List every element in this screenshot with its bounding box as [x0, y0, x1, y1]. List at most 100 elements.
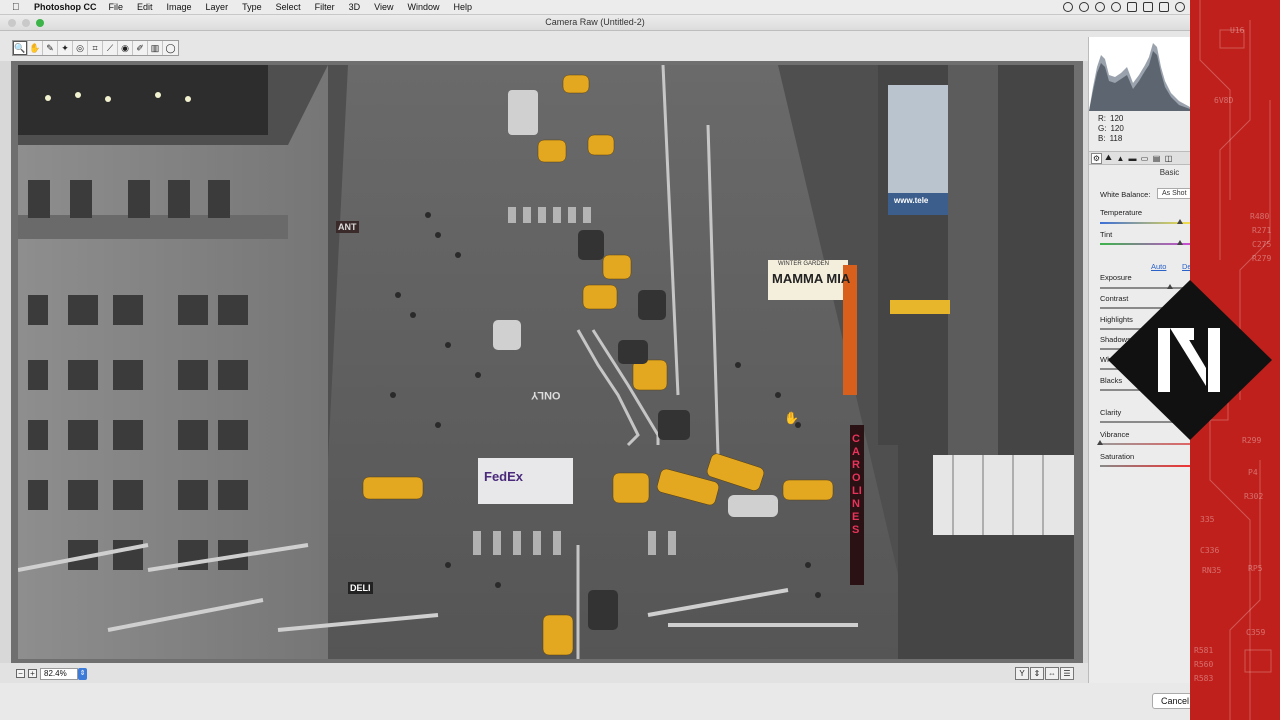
menu-type[interactable]: Type — [242, 2, 262, 12]
histogram — [1089, 37, 1190, 111]
preview-bottom-bar — [0, 663, 1090, 683]
circuit-label-10: RN35 — [1202, 566, 1222, 575]
sync-icon[interactable] — [1079, 2, 1089, 12]
saturation-label: Saturation — [1100, 452, 1135, 461]
detail-tab-icon[interactable]: ▲ — [1115, 153, 1126, 164]
restaurant-sign-text: ANT — [336, 221, 359, 233]
circuit-label-14: R560 — [1194, 660, 1214, 669]
white-balance-label: White Balance: — [1100, 190, 1151, 199]
circuit-label-9: C336 — [1200, 546, 1220, 555]
billboard-text: www.tele — [894, 196, 929, 205]
circuit-label-0: U16 — [1230, 26, 1245, 35]
b-label: B: — [1098, 134, 1106, 143]
info-icon[interactable] — [1111, 2, 1121, 12]
r-value: 120 — [1110, 114, 1124, 123]
auto-link[interactable]: Auto — [1151, 262, 1166, 271]
fedex-truck-text: FedEx — [484, 469, 524, 484]
effects-tab-icon[interactable]: ◫ — [1163, 153, 1174, 164]
menu-3d[interactable]: 3D — [349, 2, 361, 12]
red-eye-tool-icon[interactable]: ◉ — [118, 41, 133, 55]
temperature-slider-thumb[interactable] — [1177, 219, 1183, 224]
menu-view[interactable]: View — [374, 2, 393, 12]
view-buttons: Y ⇕ ⇔ ☰ — [1015, 667, 1074, 680]
tone-curve-tab-icon[interactable]: ⛰ — [1103, 153, 1114, 164]
split-toning-tab-icon[interactable]: ▭ — [1139, 153, 1150, 164]
timemachine-icon[interactable] — [1095, 2, 1105, 12]
target-adjustment-tool-icon[interactable]: ◎ — [73, 41, 88, 55]
volume-icon[interactable] — [1175, 2, 1185, 12]
menu-bar:  Photoshop CC File Edit Image Layer Typ… — [0, 0, 1280, 15]
before-after-icon[interactable]: Y — [1015, 667, 1029, 680]
tool-group: 🔍 ✋ ✎ ✦ ◎ ⌗ ⟋ ◉ ✐ ▥ ◯ — [12, 40, 179, 56]
menu-filter[interactable]: Filter — [315, 2, 335, 12]
tint-slider-thumb[interactable] — [1177, 240, 1183, 245]
image-preview[interactable]: MAMMA MIA WINTER GARDEN CAROLINES FedEx … — [18, 65, 1074, 659]
graduated-filter-tool-icon[interactable]: ▥ — [148, 41, 163, 55]
circuit-label-13: R581 — [1194, 646, 1214, 655]
menu-layer[interactable]: Layer — [206, 2, 229, 12]
menu-window[interactable]: Window — [407, 2, 439, 12]
circuit-label-5: R279 — [1252, 254, 1272, 263]
zoom-out-button[interactable]: − — [16, 669, 25, 678]
crop-tool-icon[interactable]: ⌗ — [88, 41, 103, 55]
saturation-slider[interactable] — [1100, 465, 1190, 467]
wifi-icon[interactable] — [1143, 2, 1153, 12]
g-label: G: — [1098, 124, 1107, 133]
menu-image[interactable]: Image — [167, 2, 192, 12]
winter-garden-sign-text: WINTER GARDEN — [778, 261, 829, 267]
white-balance-tool-icon[interactable]: ✎ — [43, 41, 58, 55]
zoom-level-field[interactable]: 82.4% — [40, 668, 78, 680]
app-menu[interactable]: Photoshop CC — [34, 2, 97, 12]
g-value: 120 — [1110, 124, 1124, 133]
radial-filter-tool-icon[interactable]: ◯ — [163, 41, 178, 55]
apple-menu-icon[interactable]:  — [12, 2, 24, 13]
circuit-label-15: R583 — [1194, 674, 1214, 683]
lens-corrections-tab-icon[interactable]: ▤ — [1151, 153, 1162, 164]
deli-sign-text: DELI — [348, 582, 373, 594]
road-only-marking: ONLY — [531, 389, 561, 401]
circuit-label-16: P4 — [1248, 468, 1258, 477]
status-icons — [1063, 2, 1185, 12]
creative-cloud-icon[interactable] — [1063, 2, 1073, 12]
circuit-label-1: 6V8D — [1214, 96, 1234, 105]
zoom-tool-icon[interactable]: 🔍 — [13, 41, 28, 55]
vibrance-slider-thumb[interactable] — [1097, 440, 1103, 445]
dropbox-icon[interactable] — [1159, 2, 1169, 12]
camera-raw-toolbar: 🔍 ✋ ✎ ✦ ◎ ⌗ ⟋ ◉ ✐ ▥ ◯ — [0, 31, 1190, 61]
menu-edit[interactable]: Edit — [137, 2, 153, 12]
color-sampler-tool-icon[interactable]: ✦ — [58, 41, 73, 55]
screen:  Photoshop CC File Edit Image Layer Typ… — [0, 0, 1280, 720]
preview-preferences-icon[interactable]: ☰ — [1060, 667, 1074, 680]
vibrance-slider[interactable] — [1100, 443, 1190, 445]
dialog-footer — [0, 683, 1190, 720]
swap-settings-icon[interactable]: ⇕ — [1030, 667, 1044, 680]
circuit-label-4: C275 — [1252, 240, 1272, 249]
r-label: R: — [1098, 114, 1106, 123]
circuit-label-2: R480 — [1250, 212, 1270, 221]
zoom-in-button[interactable]: + — [28, 669, 37, 678]
window-titlebar: Camera Raw (Untitled-2) — [0, 15, 1190, 31]
straighten-tool-icon[interactable]: ⟋ — [103, 41, 118, 55]
histogram-graph — [1089, 43, 1190, 111]
hsl-tab-icon[interactable]: ▬ — [1127, 153, 1138, 164]
menu-select[interactable]: Select — [276, 2, 301, 12]
adjustment-brush-tool-icon[interactable]: ✐ — [133, 41, 148, 55]
temperature-label: Temperature — [1100, 208, 1143, 217]
tint-label: Tint — [1100, 230, 1113, 239]
carolines-sign-text: CAROLINES — [852, 433, 862, 536]
circuit-label-7: R302 — [1244, 492, 1264, 501]
window-title: Camera Raw (Untitled-2) — [545, 17, 645, 27]
basic-tab-icon[interactable]: ⚙ — [1091, 152, 1102, 164]
hand-tool-icon[interactable]: ✋ — [28, 41, 43, 55]
zoom-dropdown-icon[interactable]: ⇕ — [78, 668, 87, 680]
circuit-label-3: R271 — [1252, 226, 1272, 235]
airplay-icon[interactable] — [1127, 2, 1137, 12]
menu-help[interactable]: Help — [453, 2, 472, 12]
menu-file[interactable]: File — [109, 2, 124, 12]
panel-section-title: Basic — [1159, 168, 1180, 177]
copy-settings-icon[interactable]: ⇔ — [1045, 667, 1059, 680]
panel-tab-strip: ⚙ ⛰ ▲ ▬ ▭ ▤ ◫ — [1089, 151, 1190, 165]
mammamia-sign-text: MAMMA MIA — [772, 271, 851, 286]
circuit-label-11: RP5 — [1248, 564, 1263, 573]
rgb-readout: R: 120 G: 120 B: 118 — [1098, 114, 1124, 144]
